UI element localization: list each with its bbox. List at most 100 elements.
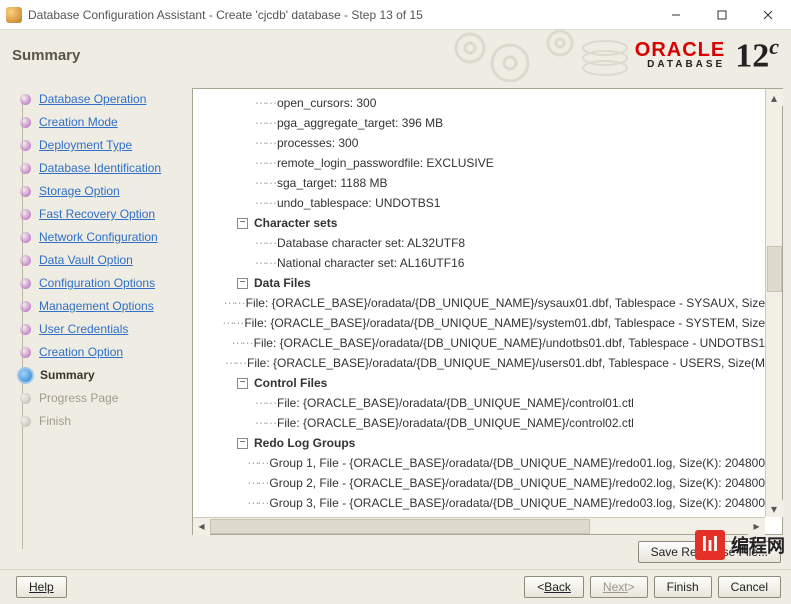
help-button[interactable]: Help xyxy=(16,576,67,598)
step-dot-icon xyxy=(20,347,31,358)
nav-step-7[interactable]: Network Configuration xyxy=(8,230,184,244)
back-button[interactable]: < Back xyxy=(524,576,584,598)
maximize-button[interactable] xyxy=(699,0,745,30)
nav-step-5[interactable]: Storage Option xyxy=(8,184,184,198)
tree-text: Data Files xyxy=(254,273,311,293)
tree-connector-icon: ⋯⋯ xyxy=(225,353,245,373)
tree-connector-icon: ⋯⋯ xyxy=(255,233,275,253)
nav-label[interactable]: Configuration Options xyxy=(39,276,155,290)
nav-label[interactable]: Storage Option xyxy=(39,184,120,198)
step-dot-icon xyxy=(19,369,32,382)
nav-step-12[interactable]: Creation Option xyxy=(8,345,184,359)
nav-step-9[interactable]: Configuration Options xyxy=(8,276,184,290)
step-dot-icon xyxy=(20,140,31,151)
tree-connector-icon: ⋯⋯ xyxy=(255,173,275,193)
tree-leaf: ⋯⋯undo_tablespace: UNDOTBS1 xyxy=(201,193,765,213)
tree-connector-icon: ⋯⋯ xyxy=(247,493,267,513)
gears-decoration xyxy=(440,28,640,82)
collapse-icon[interactable]: − xyxy=(237,378,248,389)
step-dot-icon xyxy=(20,416,31,427)
tree-leaf: ⋯⋯File: {ORACLE_BASE}/oradata/{DB_UNIQUE… xyxy=(201,413,765,433)
tree-branch[interactable]: −Character sets xyxy=(201,213,765,233)
step-dot-icon xyxy=(20,393,31,404)
tree-leaf: ⋯⋯pga_aggregate_target: 396 MB xyxy=(201,113,765,133)
tree-text: Redo Log Groups xyxy=(254,433,355,453)
version-badge: 12c xyxy=(735,36,779,73)
tree-connector-icon: ⋯⋯ xyxy=(232,333,252,353)
nav-step-4[interactable]: Database Identification xyxy=(8,161,184,175)
tree-text: File: {ORACLE_BASE}/oradata/{DB_UNIQUE_N… xyxy=(277,413,634,433)
step-dot-icon xyxy=(20,209,31,220)
step-dot-icon xyxy=(20,94,31,105)
nav-step-2[interactable]: Creation Mode xyxy=(8,115,184,129)
nav-step-10[interactable]: Management Options xyxy=(8,299,184,313)
tree-leaf: ⋯⋯Group 1, File - {ORACLE_BASE}/oradata/… xyxy=(201,453,765,473)
tree-branch[interactable]: −Redo Log Groups xyxy=(201,433,765,453)
tree-branch[interactable]: −Data Files xyxy=(201,273,765,293)
step-dot-icon xyxy=(20,324,31,335)
nav-label: Finish xyxy=(39,414,71,428)
nav-label[interactable]: Database Identification xyxy=(39,161,161,175)
next-button[interactable]: Next > xyxy=(590,576,648,598)
summary-tree: ⋯⋯open_cursors: 300⋯⋯pga_aggregate_targe… xyxy=(192,88,783,535)
minimize-button[interactable] xyxy=(653,0,699,30)
scroll-thumb-h[interactable] xyxy=(210,519,590,534)
nav-step-1[interactable]: Database Operation xyxy=(8,92,184,106)
collapse-icon[interactable]: − xyxy=(237,218,248,229)
scroll-left-icon[interactable]: ◂ xyxy=(193,518,210,535)
save-response-file-button[interactable]: Save Response File... xyxy=(638,541,781,563)
cancel-button[interactable]: Cancel xyxy=(718,576,781,598)
nav-label[interactable]: User Credentials xyxy=(39,322,128,336)
step-dot-icon xyxy=(20,117,31,128)
nav-label[interactable]: Creation Mode xyxy=(39,115,118,129)
page-title: Summary xyxy=(12,47,80,64)
nav-step-6[interactable]: Fast Recovery Option xyxy=(8,207,184,221)
tree-text: File: {ORACLE_BASE}/oradata/{DB_UNIQUE_N… xyxy=(277,393,634,413)
scroll-right-icon[interactable]: ▸ xyxy=(748,518,765,535)
tree-leaf: ⋯⋯remote_login_passwordfile: EXCLUSIVE xyxy=(201,153,765,173)
step-dot-icon xyxy=(20,232,31,243)
nav-label[interactable]: Data Vault Option xyxy=(39,253,133,267)
tree-branch[interactable]: −Control Files xyxy=(201,373,765,393)
tree-text: File: {ORACLE_BASE}/oradata/{DB_UNIQUE_N… xyxy=(244,313,765,333)
scroll-down-icon[interactable]: ▾ xyxy=(766,500,783,517)
nav-step-3[interactable]: Deployment Type xyxy=(8,138,184,152)
tree-connector-icon: ⋯⋯ xyxy=(255,133,275,153)
scroll-up-icon[interactable]: ▴ xyxy=(766,89,783,106)
step-dot-icon xyxy=(20,278,31,289)
close-button[interactable] xyxy=(745,0,791,30)
tree-connector-icon: ⋯⋯ xyxy=(255,253,275,273)
header: Summary ORACLE DATABASE 12c xyxy=(0,30,791,80)
tree-leaf: ⋯⋯File: {ORACLE_BASE}/oradata/{DB_UNIQUE… xyxy=(201,313,765,333)
collapse-icon[interactable]: − xyxy=(237,278,248,289)
tree-leaf: ⋯⋯File: {ORACLE_BASE}/oradata/{DB_UNIQUE… xyxy=(201,333,765,353)
finish-button[interactable]: Finish xyxy=(654,576,712,598)
titlebar: Database Configuration Assistant - Creat… xyxy=(0,0,791,30)
scroll-thumb[interactable] xyxy=(767,246,782,292)
nav-step-8[interactable]: Data Vault Option xyxy=(8,253,184,267)
tree-leaf: ⋯⋯National character set: AL16UTF16 xyxy=(201,253,765,273)
nav-step-11[interactable]: User Credentials xyxy=(8,322,184,336)
tree-connector-icon: ⋯⋯ xyxy=(255,93,275,113)
horizontal-scrollbar[interactable]: ◂ ▸ xyxy=(193,517,765,534)
nav-label[interactable]: Deployment Type xyxy=(39,138,132,152)
collapse-icon[interactable]: − xyxy=(237,438,248,449)
nav-label[interactable]: Fast Recovery Option xyxy=(39,207,155,221)
nav-label[interactable]: Network Configuration xyxy=(39,230,158,244)
tree-text: Group 3, File - {ORACLE_BASE}/oradata/{D… xyxy=(269,493,765,513)
tree-leaf: ⋯⋯processes: 300 xyxy=(201,133,765,153)
nav-label[interactable]: Creation Option xyxy=(39,345,123,359)
vertical-scrollbar[interactable]: ▴ ▾ xyxy=(765,89,782,517)
step-dot-icon xyxy=(20,255,31,266)
footer: Help < Back Next > Finish Cancel xyxy=(0,569,791,604)
tree-viewport: ⋯⋯open_cursors: 300⋯⋯pga_aggregate_targe… xyxy=(193,89,765,517)
tree-text: remote_login_passwordfile: EXCLUSIVE xyxy=(277,153,494,173)
app-icon xyxy=(6,7,22,23)
nav-label[interactable]: Management Options xyxy=(39,299,154,313)
tree-leaf: ⋯⋯File: {ORACLE_BASE}/oradata/{DB_UNIQUE… xyxy=(201,393,765,413)
tree-connector-icon: ⋯⋯ xyxy=(247,453,267,473)
tree-leaf: ⋯⋯File: {ORACLE_BASE}/oradata/{DB_UNIQUE… xyxy=(201,353,765,373)
nav-label[interactable]: Database Operation xyxy=(39,92,146,106)
nav-step-14: Progress Page xyxy=(8,391,184,405)
tree-leaf: ⋯⋯Group 3, File - {ORACLE_BASE}/oradata/… xyxy=(201,493,765,513)
